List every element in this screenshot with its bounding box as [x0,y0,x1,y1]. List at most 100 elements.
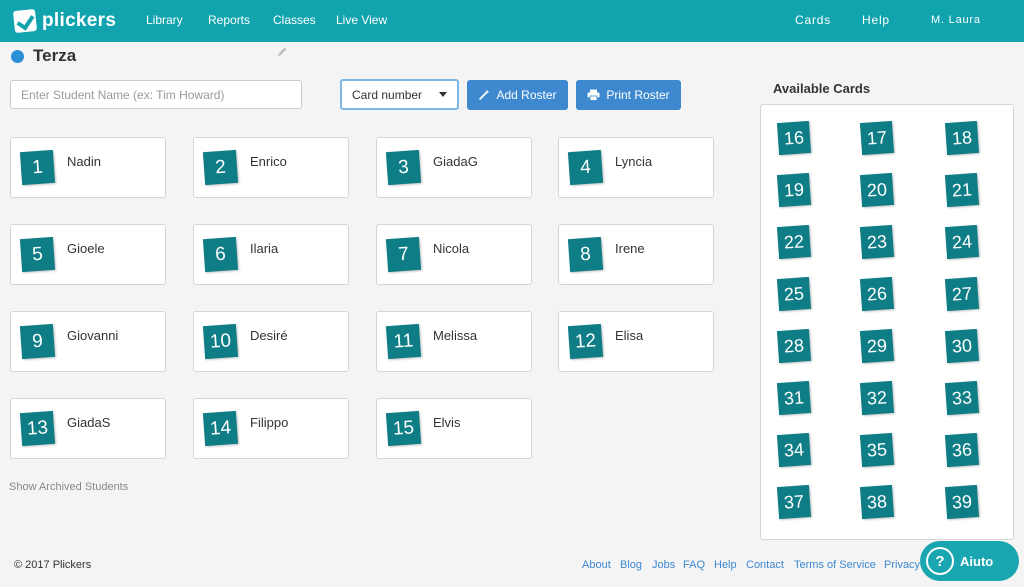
sort-select-value: Card number [352,87,423,102]
available-card[interactable]: 24 [944,224,980,260]
student-name: Nadin [67,154,101,169]
nav-library[interactable]: Library [146,13,183,27]
footer-link-help[interactable]: Help [714,559,737,571]
nav-reports[interactable]: Reports [208,13,250,27]
student-name: Melissa [433,328,478,343]
student-name: Ilaria [250,241,279,256]
available-card[interactable]: 20 [859,172,895,208]
student-card[interactable]: 12 Elisa [558,311,714,372]
footer-link-terms[interactable]: Terms of Service [794,559,876,571]
nav-live-view[interactable]: Live View [336,13,387,27]
available-card[interactable]: 22 [776,224,812,260]
printer-icon [587,89,600,101]
available-card[interactable]: 21 [944,172,980,208]
logo-text: plickers [42,10,117,31]
footer-link-privacy[interactable]: Privacy [884,559,920,571]
available-card[interactable]: 29 [859,328,895,364]
card-number-badge: 4 [567,149,604,186]
nav-classes[interactable]: Classes [273,13,316,27]
available-card[interactable]: 39 [944,484,980,520]
student-card[interactable]: 10 Desiré [193,311,349,372]
card-number-badge: 8 [567,236,604,273]
edit-pencil-icon[interactable] [276,46,288,58]
student-card[interactable]: 14 Filippo [193,398,349,459]
card-number-badge: 12 [567,323,604,360]
help-chat-button[interactable]: ? Aiuto [920,541,1019,581]
print-roster-button[interactable]: Print Roster [576,80,681,110]
available-card[interactable]: 19 [776,172,812,208]
nav-user-menu[interactable]: M. Laura [931,14,981,26]
student-card[interactable]: 3 GiadaG [376,137,532,198]
available-card[interactable]: 37 [776,484,812,520]
student-card[interactable]: 6 Ilaria [193,224,349,285]
card-number-badge: 11 [385,323,422,360]
available-card[interactable]: 32 [859,380,895,416]
available-card[interactable]: 31 [776,380,812,416]
student-name: GiadaG [433,154,478,169]
card-number-badge: 13 [19,410,56,447]
student-card[interactable]: 9 Giovanni [10,311,166,372]
plickers-logo[interactable]: plickers [12,7,117,35]
student-card[interactable]: 7 Nicola [376,224,532,285]
top-nav-bar: plickers Library Reports Classes Live Vi… [0,0,1024,42]
footer-link-blog[interactable]: Blog [620,559,642,571]
available-card[interactable]: 16 [776,120,812,156]
copyright-text: © 2017 Plickers [14,559,92,571]
available-card[interactable]: 33 [944,380,980,416]
nav-help[interactable]: Help [862,13,890,27]
available-cards-panel[interactable]: 16 17 18 19 20 21 22 23 24 25 26 27 28 2… [760,104,1014,540]
question-mark-icon: ? [926,547,954,575]
student-card[interactable]: 8 Irene [558,224,714,285]
student-card[interactable]: 2 Enrico [193,137,349,198]
card-number-badge: 6 [202,236,239,273]
available-card[interactable]: 34 [776,432,812,468]
available-card[interactable]: 25 [776,276,812,312]
footer-link-faq[interactable]: FAQ [683,559,705,571]
nav-cards[interactable]: Cards [795,13,831,27]
show-archived-students-link[interactable]: Show Archived Students [9,481,128,493]
student-name: GiadaS [67,415,111,430]
student-card[interactable]: 15 Elvis [376,398,532,459]
student-name-input[interactable] [10,80,302,109]
card-number-badge: 1 [19,149,56,186]
available-card[interactable]: 26 [859,276,895,312]
student-card[interactable]: 1 Nadin [10,137,166,198]
card-number-badge: 3 [385,149,422,186]
help-chat-label: Aiuto [960,553,994,569]
available-card[interactable]: 28 [776,328,812,364]
available-card[interactable]: 38 [859,484,895,520]
card-number-badge: 9 [19,323,56,360]
student-name: Irene [615,241,645,256]
available-card[interactable]: 30 [944,328,980,364]
student-name: Elvis [433,415,461,430]
card-number-badge: 15 [385,410,422,447]
add-roster-button[interactable]: Add Roster [467,80,568,110]
footer-link-contact[interactable]: Contact [746,559,784,571]
student-card[interactable]: 4 Lyncia [558,137,714,198]
available-card[interactable]: 23 [859,224,895,260]
available-cards-title: Available Cards [773,81,871,96]
available-card[interactable]: 18 [944,120,980,156]
available-card[interactable]: 35 [859,432,895,468]
footer-link-jobs[interactable]: Jobs [652,559,675,571]
available-card[interactable]: 36 [944,432,980,468]
student-name: Gioele [67,241,105,256]
available-card[interactable]: 17 [859,120,895,156]
student-name: Desiré [250,328,288,343]
class-color-dot [11,50,24,63]
student-card[interactable]: 5 Gioele [10,224,166,285]
magic-wand-icon [479,89,490,101]
student-name: Filippo [250,415,289,430]
student-card[interactable]: 13 GiadaS [10,398,166,459]
sort-select[interactable]: Card number [340,79,459,110]
card-number-badge: 2 [202,149,239,186]
student-card[interactable]: 11 Melissa [376,311,532,372]
available-card[interactable]: 27 [944,276,980,312]
card-number-badge: 5 [19,236,56,273]
student-name: Lyncia [615,154,653,169]
student-name: Nicola [433,241,470,256]
add-roster-label: Add Roster [496,88,557,102]
student-name: Giovanni [67,328,119,343]
footer-link-about[interactable]: About [582,559,611,571]
card-number-badge: 7 [385,236,422,273]
